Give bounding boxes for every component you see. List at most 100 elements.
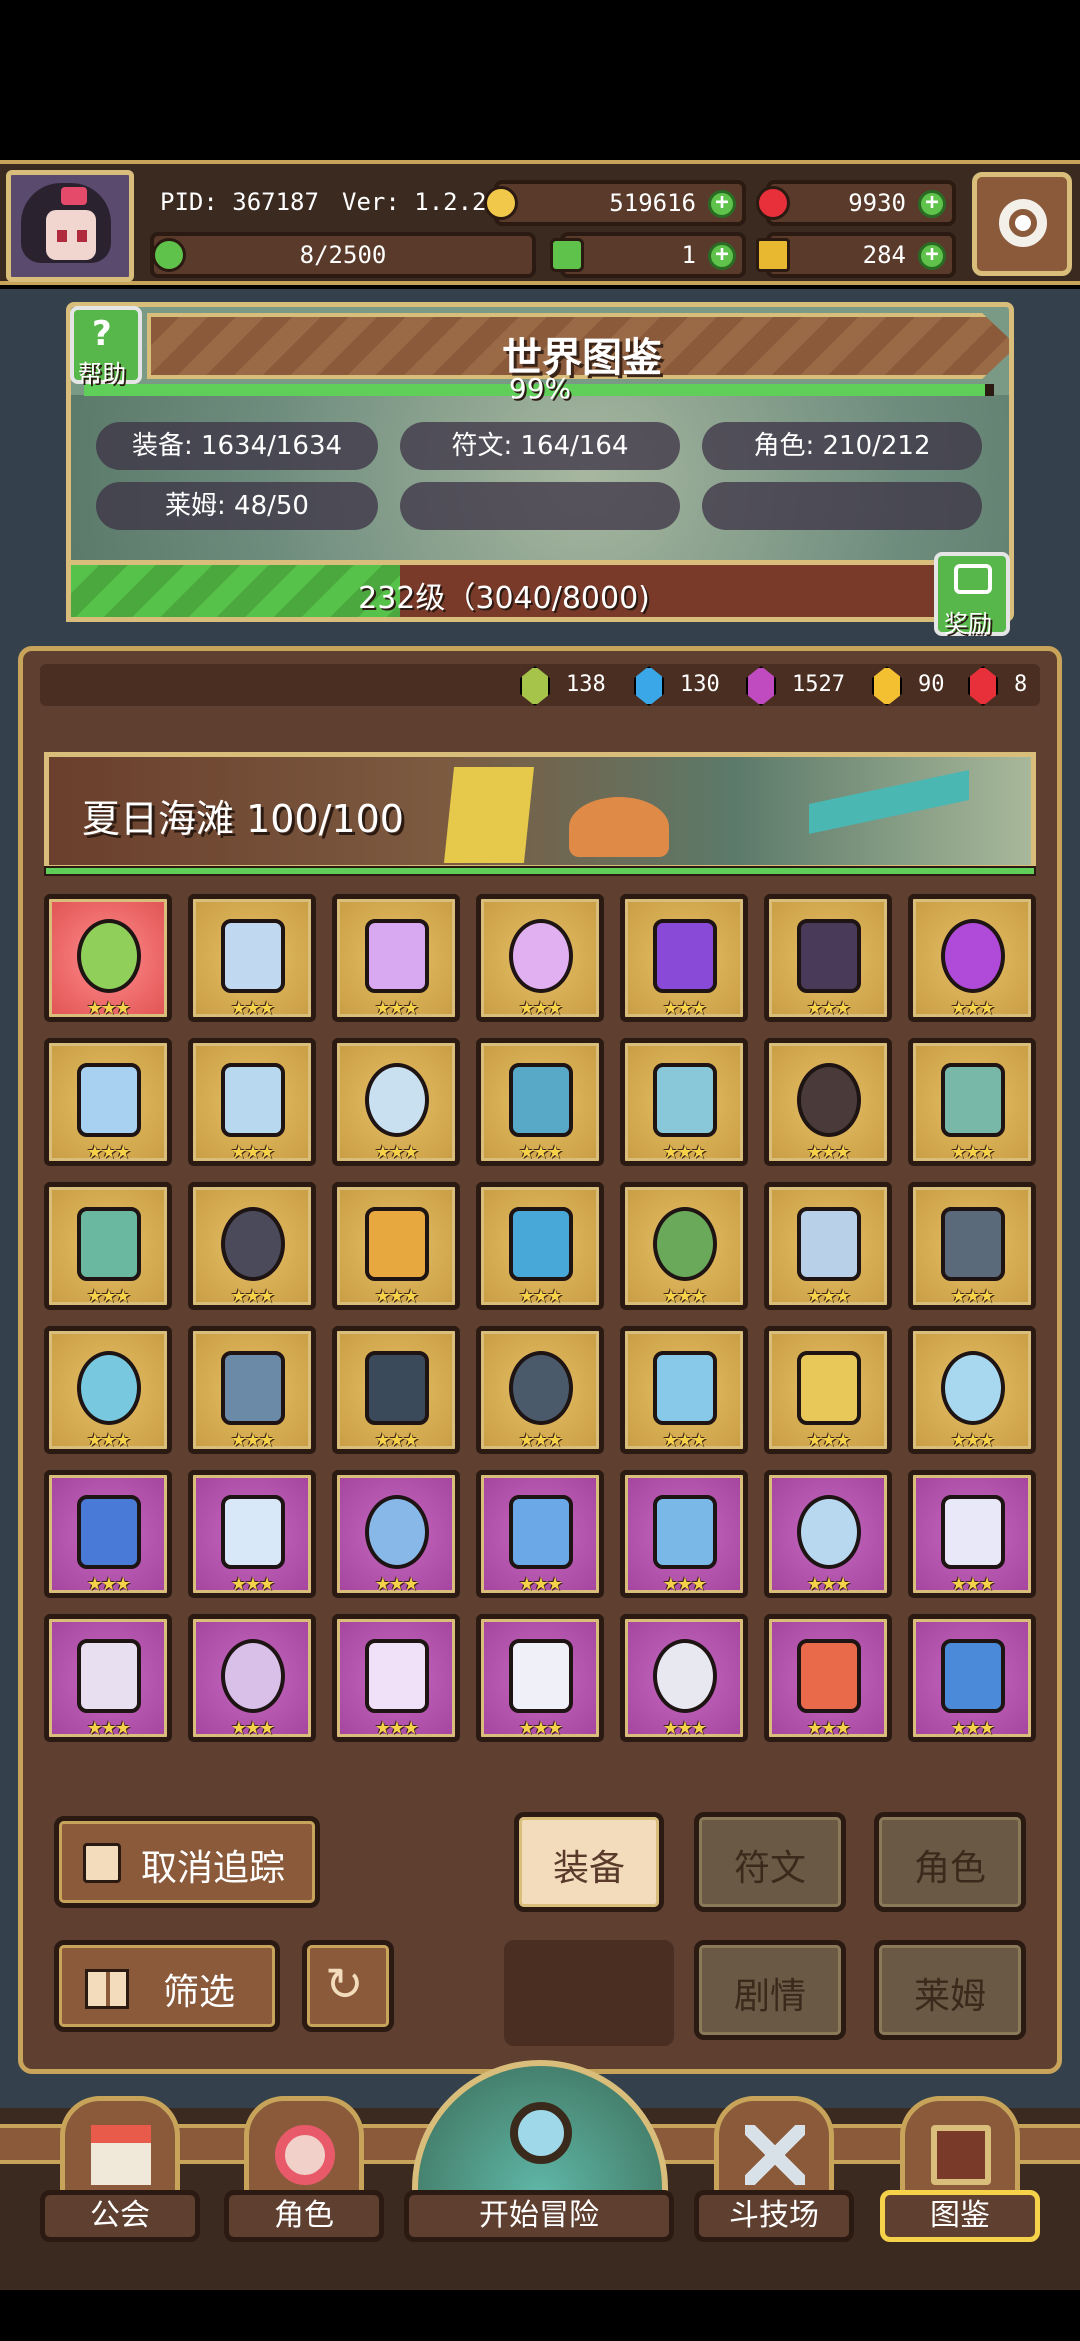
equipment-item-icon [797, 919, 861, 993]
codex-level-text: 232级（3040/8000) [358, 581, 650, 616]
tab-character-label: 角色 [913, 1848, 986, 1889]
equipment-slot[interactable]: ★★★ [908, 894, 1036, 1022]
equipment-slot[interactable]: ★★★ [908, 1038, 1036, 1166]
equipment-slot[interactable]: ★★★ [908, 1182, 1036, 1310]
banner-chair-decoration [809, 769, 969, 835]
equipment-slot[interactable]: ★★★ [44, 1182, 172, 1310]
star-rating: ★★★ [374, 1142, 419, 1163]
gold-amount: 519616 [609, 189, 696, 217]
equipment-slot[interactable]: ★★★ [764, 1326, 892, 1454]
equipment-slot[interactable]: ★★★ [188, 1470, 316, 1598]
equipment-slot[interactable]: ★★★ [44, 1470, 172, 1598]
equipment-slot[interactable]: ★★★ [332, 1614, 460, 1742]
equipment-slot[interactable]: ★★★ [620, 894, 748, 1022]
star-rating: ★★★ [374, 998, 419, 1019]
avatar-bow [61, 187, 87, 205]
equipment-slot[interactable]: ★★★ [620, 1326, 748, 1454]
equipment-item-icon [365, 1207, 429, 1281]
equipment-slot[interactable]: ★★★ [764, 1614, 892, 1742]
equipment-slot[interactable]: ★★★ [476, 1470, 604, 1598]
equipment-item-icon [221, 1351, 285, 1425]
equipment-item-icon [653, 1351, 717, 1425]
tab-equipment[interactable]: 装备 [514, 1812, 664, 1912]
equipment-slot[interactable]: ★★★ [476, 1038, 604, 1166]
add-key-button[interactable]: + [918, 242, 946, 270]
equipment-slot[interactable]: ★★★ [44, 1038, 172, 1166]
equipment-slot[interactable]: ★★★ [620, 1038, 748, 1166]
stat-character: 角色: 210/212 [702, 422, 982, 470]
filter-button[interactable]: 筛选 [54, 1940, 280, 2032]
equipment-slot[interactable]: ★★★ [476, 1614, 604, 1742]
equipment-item-icon [797, 1495, 861, 1569]
equipment-item-icon [509, 1495, 573, 1569]
equipment-slot[interactable]: ★★★ [764, 894, 892, 1022]
equipment-item-icon [509, 1207, 573, 1281]
equipment-slot[interactable]: ★★★ [188, 1614, 316, 1742]
equipment-item-icon [77, 1639, 141, 1713]
equipment-item-icon [653, 1063, 717, 1137]
nav-arena-label: 斗技场 [694, 2190, 854, 2242]
gold-counter: 519616 + [484, 180, 746, 226]
tab-story[interactable]: 剧情 [694, 1940, 846, 2040]
equipment-slot[interactable]: ★★★ [44, 1614, 172, 1742]
magnifier-icon [510, 2102, 572, 2164]
player-avatar[interactable] [6, 170, 134, 282]
star-rating: ★★★ [662, 998, 707, 1019]
thumb-up-icon [83, 1843, 121, 1883]
nav-arena[interactable]: 斗技场 [694, 2096, 854, 2246]
tab-character[interactable]: 角色 [874, 1812, 1026, 1912]
add-ruby-button[interactable]: + [918, 190, 946, 218]
nav-guild[interactable]: 公会 [40, 2096, 200, 2246]
star-rating: ★★★ [230, 1718, 275, 1739]
star-rating: ★★★ [374, 1574, 419, 1595]
tab-slime[interactable]: 莱姆 [874, 1940, 1026, 2040]
add-clover-button[interactable]: + [708, 242, 736, 270]
equipment-slot[interactable]: ★★★ [188, 894, 316, 1022]
equipment-slot[interactable]: ★★★ [476, 1182, 604, 1310]
equipment-slot[interactable]: ★★★ [764, 1038, 892, 1166]
banner-shell-decoration [569, 797, 669, 857]
equipment-slot[interactable]: ★★★ [332, 1326, 460, 1454]
equipment-slot[interactable]: ★★★ [188, 1038, 316, 1166]
equipment-slot[interactable]: ★★★ [476, 1326, 604, 1454]
equipment-item-icon [221, 919, 285, 993]
reward-button[interactable]: 奖励 [934, 552, 1010, 638]
star-rating: ★★★ [86, 1286, 131, 1307]
equipment-item-icon [221, 1495, 285, 1569]
stat-empty [400, 482, 680, 530]
equipment-slot[interactable]: ★★★ [332, 894, 460, 1022]
swords [745, 2125, 805, 2185]
star-rating: ★★★ [230, 1574, 275, 1595]
equipment-slot[interactable]: ★★★ [332, 1470, 460, 1598]
equipment-slot[interactable]: ★★★ [764, 1470, 892, 1598]
equipment-item-icon [941, 1639, 1005, 1713]
equipment-slot[interactable]: ★★★ [188, 1326, 316, 1454]
equipment-slot[interactable]: ★★★ [908, 1326, 1036, 1454]
equipment-slot[interactable]: ★★★ [44, 894, 172, 1022]
refresh-button[interactable]: ↻ [302, 1940, 394, 2032]
tab-slime-label: 莱姆 [913, 1976, 986, 2017]
stat-slime: 莱姆: 48/50 [96, 482, 378, 530]
equipment-slot[interactable]: ★★★ [764, 1182, 892, 1310]
nav-character[interactable]: 角色 [224, 2096, 384, 2246]
equipment-item-icon [941, 1351, 1005, 1425]
equipment-slot[interactable]: ★★★ [188, 1182, 316, 1310]
equipment-item-icon [221, 1639, 285, 1713]
tab-rune[interactable]: 符文 [694, 1812, 846, 1912]
equipment-slot[interactable]: ★★★ [620, 1614, 748, 1742]
add-gold-button[interactable]: + [708, 190, 736, 218]
nav-codex[interactable]: 图鉴 [880, 2096, 1040, 2246]
equipment-slot[interactable]: ★★★ [44, 1326, 172, 1454]
equipment-slot[interactable]: ★★★ [332, 1038, 460, 1166]
equipment-item-icon [509, 1063, 573, 1137]
equipment-slot[interactable]: ★★★ [620, 1182, 748, 1310]
equipment-item-icon [653, 919, 717, 993]
equipment-slot[interactable]: ★★★ [332, 1182, 460, 1310]
equipment-slot[interactable]: ★★★ [476, 894, 604, 1022]
untrack-button[interactable]: 取消追踪 [54, 1816, 320, 1908]
equipment-slot[interactable]: ★★★ [908, 1470, 1036, 1598]
equipment-item-icon [365, 919, 429, 993]
equipment-slot[interactable]: ★★★ [620, 1470, 748, 1598]
equipment-slot[interactable]: ★★★ [908, 1614, 1036, 1742]
settings-button[interactable] [972, 172, 1072, 276]
